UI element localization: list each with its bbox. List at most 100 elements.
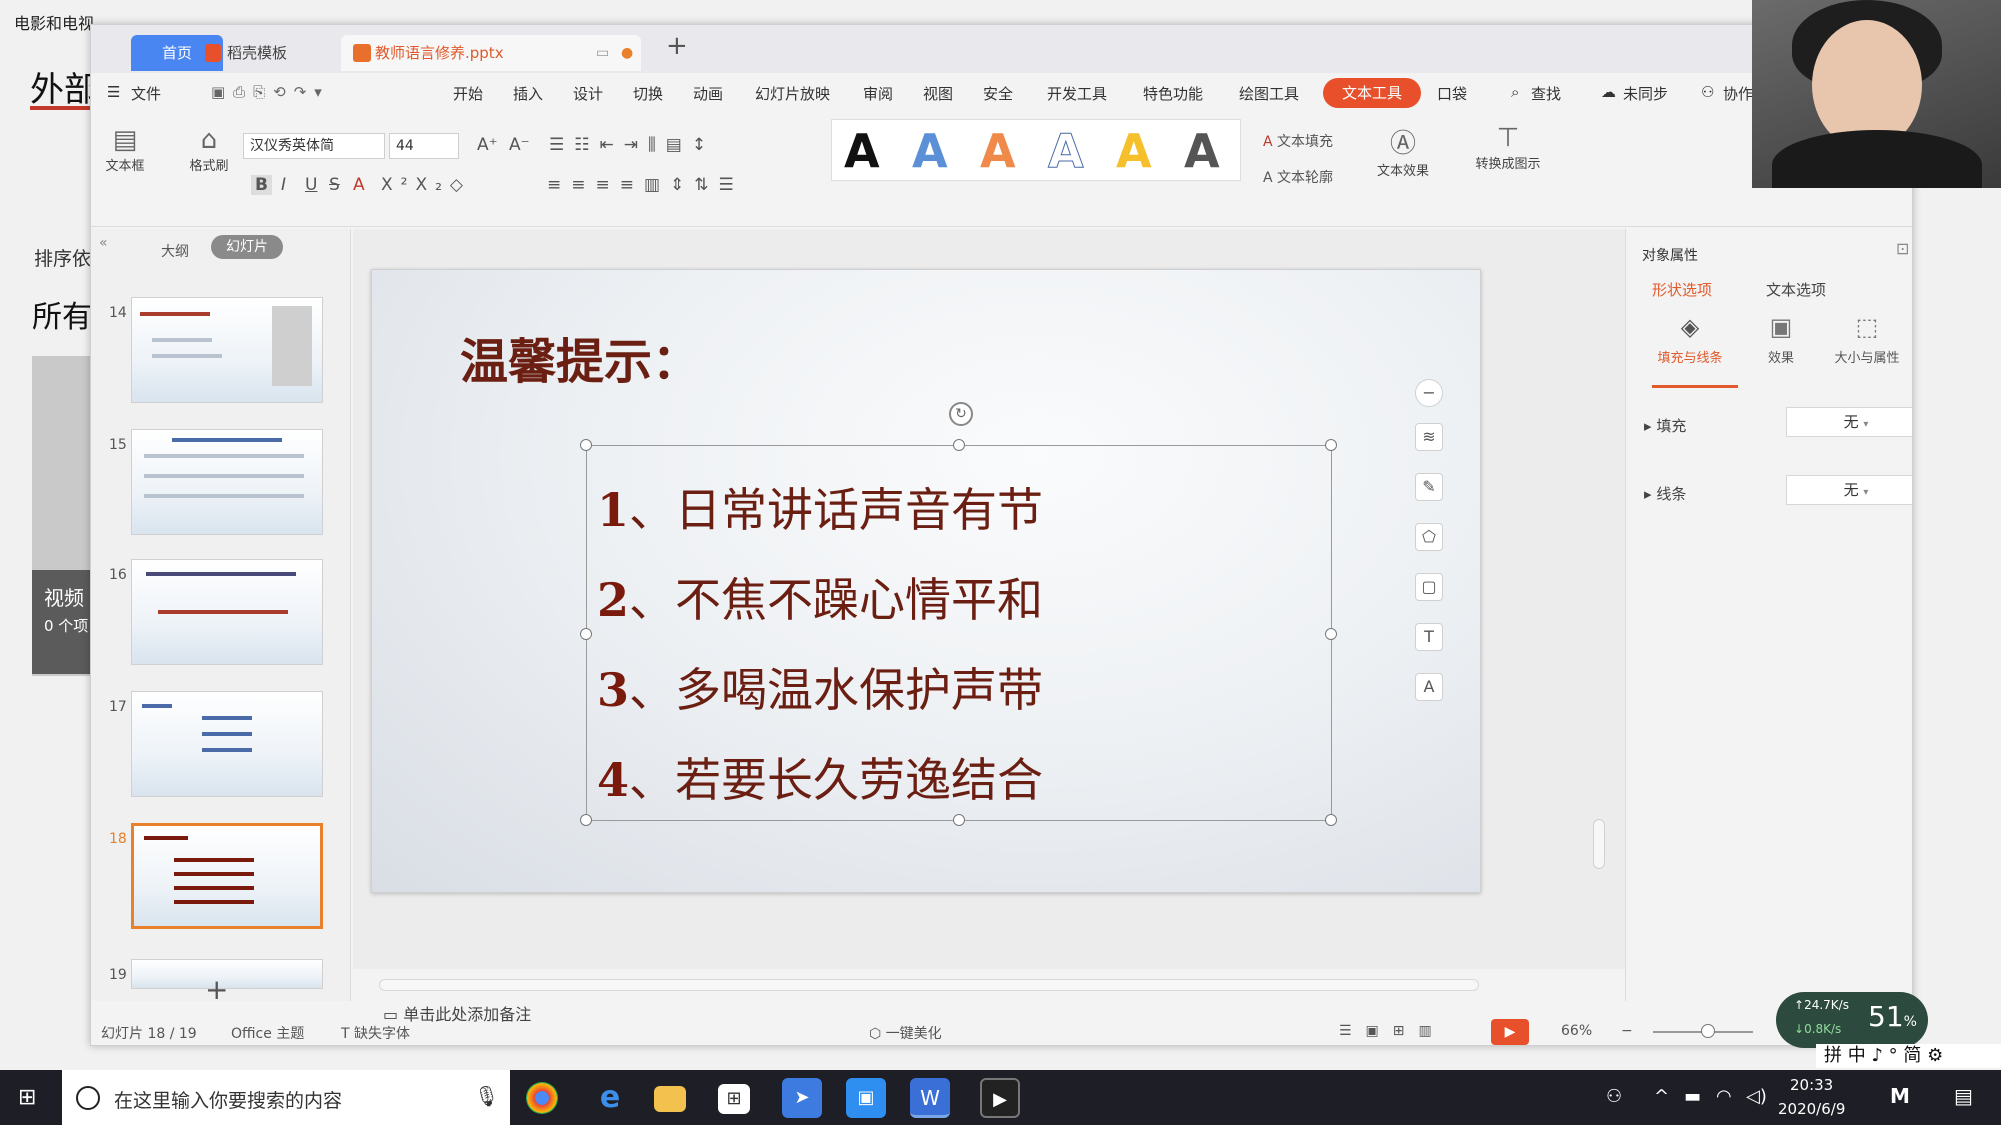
font-size-select[interactable]: 44 — [389, 133, 459, 159]
chrome-icon[interactable] — [526, 1082, 558, 1114]
convert-smartart-button[interactable]: ⊤ 转换成图示 — [1463, 123, 1553, 172]
menu-pocket[interactable]: 口袋 — [1437, 83, 1467, 104]
selected-textbox[interactable]: 1、日常讲话声音有节 2、不焦不躁心情平和 3、多喝温水保护声带 4、若要长久劳… — [580, 439, 1337, 826]
style-orange[interactable]: A — [980, 124, 1016, 178]
tab-template[interactable]: 稻壳模板 — [193, 35, 333, 71]
missing-font-button[interactable]: T 缺失字体 — [341, 1023, 410, 1043]
menu-text-tool[interactable]: 文本工具 — [1323, 78, 1421, 108]
menu-sync[interactable]: 未同步 — [1623, 83, 1668, 104]
play-slideshow-icon[interactable]: ▶ — [1491, 1019, 1529, 1045]
slide-thumbnail-14[interactable] — [131, 297, 323, 403]
slide-thumbnail-17[interactable] — [131, 691, 323, 797]
slide-title[interactable]: 温馨提示： — [460, 322, 700, 392]
slide-thumbnail-18[interactable] — [131, 823, 323, 929]
font-name-select[interactable]: 汉仪秀英体简 — [243, 133, 385, 159]
menu-insert[interactable]: 插入 — [513, 83, 543, 104]
wifi-icon[interactable]: ◠ — [1716, 1086, 1732, 1107]
menu-find[interactable]: 查找 — [1531, 83, 1561, 104]
menu-start[interactable]: 开始 — [453, 83, 483, 104]
style-black[interactable]: A — [844, 124, 880, 178]
rotate-handle-icon[interactable]: ↻ — [949, 402, 973, 426]
slide-thumbnail-15[interactable] — [131, 429, 323, 535]
lock-icon[interactable]: ⊡ — [1896, 239, 1909, 258]
zoom-level[interactable]: 66% — [1561, 1023, 1592, 1039]
wps-icon[interactable]: W — [910, 1078, 950, 1118]
store-icon[interactable]: ⊞ — [718, 1084, 750, 1114]
view-mode-icons[interactable]: ☰▣⊞▥ — [1339, 1023, 1446, 1039]
line-select[interactable]: 无 ▾ — [1786, 475, 1912, 505]
resize-handle[interactable] — [580, 628, 592, 640]
menu-review[interactable]: 审阅 — [863, 83, 893, 104]
menu-security[interactable]: 安全 — [983, 83, 1013, 104]
file-explorer-icon[interactable] — [654, 1086, 686, 1112]
bg-video-tile[interactable]: 视频 0 个项 — [32, 570, 92, 674]
decrease-font-icon[interactable]: A⁻ — [509, 135, 530, 155]
underline-icon[interactable]: U — [305, 175, 317, 195]
resize-handle[interactable] — [953, 814, 965, 826]
effects-button[interactable]: ▣ 效果 — [1756, 313, 1806, 366]
network-speed-widget[interactable]: ↑24.7K/s ↓0.8K/s 51% — [1776, 992, 1928, 1048]
menu-design[interactable]: 设计 — [573, 83, 603, 104]
add-slide-button[interactable]: + — [205, 973, 228, 1006]
ime-toolbar[interactable]: 拼 中 ♪ ° 简 ⚙ — [1816, 1044, 2001, 1068]
align-icons[interactable]: ≡≡≡≡▥⇕⇅☰ — [547, 175, 744, 195]
border-icon[interactable]: ▢ — [1415, 573, 1443, 601]
windows-start-icon[interactable]: ⊞ — [18, 1086, 42, 1110]
format-painter-button[interactable]: ⌂ 格式刷 — [183, 125, 235, 174]
zoom-slider-knob[interactable] — [1701, 1024, 1715, 1038]
theme-name[interactable]: Office 主题 — [231, 1023, 304, 1043]
clock-time[interactable]: 20:33 — [1790, 1076, 1833, 1094]
resize-handle[interactable] — [1325, 439, 1337, 451]
menu-drawing-tools[interactable]: 绘图工具 — [1239, 83, 1299, 104]
people-icon[interactable]: ⚇ — [1606, 1086, 1622, 1107]
menu-special[interactable]: 特色功能 — [1143, 83, 1203, 104]
strikethrough-icon[interactable]: S — [329, 175, 340, 195]
text-effect-button[interactable]: Ⓐ 文本效果 — [1365, 123, 1441, 179]
taskbar-search-box[interactable]: 在这里输入你要搜索的内容 🎙 — [62, 1070, 510, 1125]
monitor-icon[interactable]: ▭ — [596, 35, 609, 71]
meeting-app-icon[interactable]: ▣ — [846, 1078, 886, 1118]
outline-tab[interactable]: 大纲 — [161, 241, 189, 261]
feishu-icon[interactable]: ➤ — [782, 1078, 822, 1118]
resize-handle[interactable] — [1325, 814, 1337, 826]
menu-transition[interactable]: 切换 — [633, 83, 663, 104]
movies-tv-icon[interactable]: ▶ — [980, 1078, 1020, 1118]
style-gray[interactable]: A — [1184, 124, 1220, 178]
text-wrap-icon[interactable]: A — [1415, 673, 1443, 701]
cloud-icon[interactable]: ☁ — [1601, 83, 1616, 101]
increase-font-icon[interactable]: A⁺ — [477, 135, 498, 155]
resize-handle[interactable] — [953, 439, 965, 451]
style-blue[interactable]: A — [912, 124, 948, 178]
bold-icon[interactable]: B — [251, 175, 272, 195]
slides-tab[interactable]: 幻灯片 — [211, 235, 283, 259]
text-outline-button[interactable]: A 文本轮廓 — [1263, 167, 1333, 187]
user-icon[interactable]: ⚇ — [1701, 83, 1714, 101]
notification-icon[interactable]: ▤ — [1954, 1084, 1973, 1108]
fill-row[interactable]: ▸ 填充 — [1644, 415, 1686, 436]
tab-text-options[interactable]: 文本选项 — [1766, 279, 1826, 300]
resize-handle[interactable] — [580, 439, 592, 451]
pen-icon[interactable]: ✎ — [1415, 473, 1443, 501]
hamburger-icon[interactable]: ☰ — [107, 83, 120, 101]
microphone-icon[interactable]: 🎙 — [474, 1084, 499, 1108]
beautify-button[interactable]: ⬡ 一键美化 — [869, 1023, 942, 1043]
resize-handle[interactable] — [1325, 628, 1337, 640]
style-outline[interactable]: A — [1048, 124, 1085, 179]
resize-handle[interactable] — [580, 814, 592, 826]
new-tab-button[interactable]: + — [666, 31, 688, 61]
text-frame-icon[interactable]: T — [1415, 623, 1443, 651]
text-fill-button[interactable]: A 文本填充 — [1263, 131, 1333, 151]
collapse-panel-icon[interactable]: « — [99, 235, 108, 251]
tab-document[interactable]: 教师语言修养.pptx ▭ ● — [341, 35, 641, 71]
edge-icon[interactable]: e — [590, 1078, 630, 1118]
layers-icon[interactable]: ≋ — [1415, 423, 1443, 451]
size-props-button[interactable]: ⬚ 大小与属性 — [1822, 313, 1912, 366]
fill-line-button[interactable]: ◈ 填充与线条 — [1642, 313, 1738, 366]
menu-slideshow[interactable]: 幻灯片放映 — [755, 83, 830, 104]
tab-shape-options[interactable]: 形状选项 — [1652, 279, 1712, 300]
battery-icon[interactable]: ▬ — [1684, 1086, 1701, 1107]
font-color-icon[interactable]: A — [353, 175, 365, 195]
style-yellow[interactable]: A — [1116, 124, 1152, 178]
current-slide[interactable]: 温馨提示： ↻ 1、日常讲话声音有节 2、不焦不躁心情平和 3、多喝温水保护声带… — [371, 269, 1481, 893]
search-icon[interactable]: ⌕ — [1511, 83, 1519, 101]
